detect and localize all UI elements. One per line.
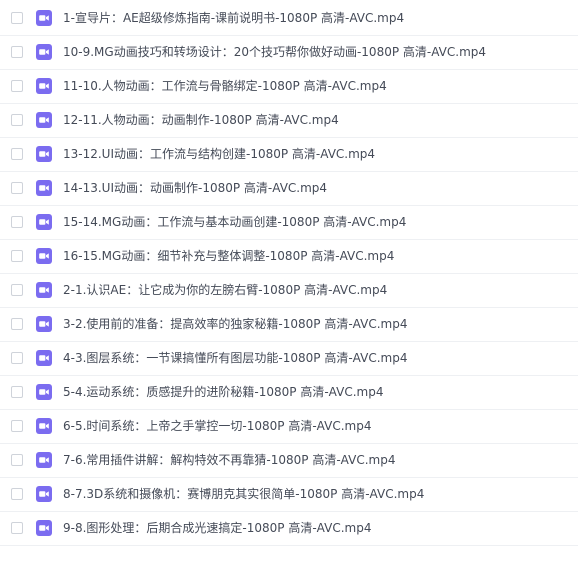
video-file-icon — [36, 520, 52, 536]
row-checkbox[interactable] — [11, 250, 23, 262]
file-row[interactable]: 5-4.运动系统：质感提升的进阶秘籍-1080P 高清-AVC.mp4 — [0, 376, 578, 410]
file-name: 7-6.常用插件讲解：解构特效不再靠猜-1080P 高清-AVC.mp4 — [63, 453, 396, 467]
video-file-icon — [36, 146, 52, 162]
file-name: 15-14.MG动画：工作流与基本动画创建-1080P 高清-AVC.mp4 — [63, 215, 407, 229]
video-file-icon — [36, 180, 52, 196]
row-checkbox[interactable] — [11, 114, 23, 126]
file-name: 8-7.3D系统和摄像机：赛博朋克其实很简单-1080P 高清-AVC.mp4 — [63, 487, 425, 501]
row-checkbox[interactable] — [11, 420, 23, 432]
file-name: 10-9.MG动画技巧和转场设计：20个技巧帮你做好动画-1080P 高清-AV… — [63, 45, 487, 59]
file-name: 2-1.认识AE：让它成为你的左膀右臂-1080P 高清-AVC.mp4 — [63, 283, 388, 297]
row-checkbox[interactable] — [11, 522, 23, 534]
file-name: 14-13.UI动画：动画制作-1080P 高清-AVC.mp4 — [63, 181, 328, 195]
file-row[interactable]: 3-2.使用前的准备：提高效率的独家秘籍-1080P 高清-AVC.mp4 — [0, 308, 578, 342]
row-checkbox[interactable] — [11, 318, 23, 330]
file-name: 3-2.使用前的准备：提高效率的独家秘籍-1080P 高清-AVC.mp4 — [63, 317, 408, 331]
video-file-icon — [36, 248, 52, 264]
file-list: 1-宣导片：AE超级修炼指南-课前说明书-1080P 高清-AVC.mp4 10… — [0, 0, 578, 563]
row-checkbox[interactable] — [11, 182, 23, 194]
file-row[interactable]: 6-5.时间系统：上帝之手掌控一切-1080P 高清-AVC.mp4 — [0, 410, 578, 444]
video-file-icon — [36, 350, 52, 366]
file-row[interactable]: 14-13.UI动画：动画制作-1080P 高清-AVC.mp4 — [0, 172, 578, 206]
row-checkbox[interactable] — [11, 148, 23, 160]
file-row[interactable]: 4-3.图层系统：一节课搞懂所有图层功能-1080P 高清-AVC.mp4 — [0, 342, 578, 376]
video-file-icon — [36, 112, 52, 128]
row-checkbox[interactable] — [11, 386, 23, 398]
video-file-icon — [36, 418, 52, 434]
file-name: 11-10.人物动画：工作流与骨骼绑定-1080P 高清-AVC.mp4 — [63, 79, 387, 93]
file-row[interactable]: 2-1.认识AE：让它成为你的左膀右臂-1080P 高清-AVC.mp4 — [0, 274, 578, 308]
file-row[interactable]: 13-12.UI动画：工作流与结构创建-1080P 高清-AVC.mp4 — [0, 138, 578, 172]
video-file-icon — [36, 10, 52, 26]
file-row[interactable]: 16-15.MG动画：细节补充与整体调整-1080P 高清-AVC.mp4 — [0, 240, 578, 274]
file-row[interactable]: 12-11.人物动画：动画制作-1080P 高清-AVC.mp4 — [0, 104, 578, 138]
file-name: 12-11.人物动画：动画制作-1080P 高清-AVC.mp4 — [63, 113, 339, 127]
video-file-icon — [36, 282, 52, 298]
row-checkbox[interactable] — [11, 80, 23, 92]
video-file-icon — [36, 316, 52, 332]
row-checkbox[interactable] — [11, 284, 23, 296]
row-checkbox[interactable] — [11, 12, 23, 24]
file-name: 1-宣导片：AE超级修炼指南-课前说明书-1080P 高清-AVC.mp4 — [63, 11, 405, 25]
row-checkbox[interactable] — [11, 352, 23, 364]
file-name: 4-3.图层系统：一节课搞懂所有图层功能-1080P 高清-AVC.mp4 — [63, 351, 408, 365]
file-row[interactable]: 15-14.MG动画：工作流与基本动画创建-1080P 高清-AVC.mp4 — [0, 206, 578, 240]
file-row[interactable]: 1-宣导片：AE超级修炼指南-课前说明书-1080P 高清-AVC.mp4 — [0, 2, 578, 36]
file-row[interactable]: 11-10.人物动画：工作流与骨骼绑定-1080P 高清-AVC.mp4 — [0, 70, 578, 104]
video-file-icon — [36, 486, 52, 502]
row-checkbox[interactable] — [11, 46, 23, 58]
file-name: 5-4.运动系统：质感提升的进阶秘籍-1080P 高清-AVC.mp4 — [63, 385, 384, 399]
file-name: 6-5.时间系统：上帝之手掌控一切-1080P 高清-AVC.mp4 — [63, 419, 372, 433]
row-checkbox[interactable] — [11, 488, 23, 500]
row-checkbox[interactable] — [11, 454, 23, 466]
video-file-icon — [36, 44, 52, 60]
row-checkbox[interactable] — [11, 216, 23, 228]
video-file-icon — [36, 452, 52, 468]
file-row[interactable]: 7-6.常用插件讲解：解构特效不再靠猜-1080P 高清-AVC.mp4 — [0, 444, 578, 478]
file-name: 16-15.MG动画：细节补充与整体调整-1080P 高清-AVC.mp4 — [63, 249, 395, 263]
video-file-icon — [36, 214, 52, 230]
file-name: 13-12.UI动画：工作流与结构创建-1080P 高清-AVC.mp4 — [63, 147, 376, 161]
file-row[interactable]: 9-8.图形处理：后期合成光速搞定-1080P 高清-AVC.mp4 — [0, 512, 578, 546]
video-file-icon — [36, 78, 52, 94]
video-file-icon — [36, 384, 52, 400]
file-row[interactable]: 8-7.3D系统和摄像机：赛博朋克其实很简单-1080P 高清-AVC.mp4 — [0, 478, 578, 512]
file-name: 9-8.图形处理：后期合成光速搞定-1080P 高清-AVC.mp4 — [63, 521, 372, 535]
file-row[interactable]: 10-9.MG动画技巧和转场设计：20个技巧帮你做好动画-1080P 高清-AV… — [0, 36, 578, 70]
